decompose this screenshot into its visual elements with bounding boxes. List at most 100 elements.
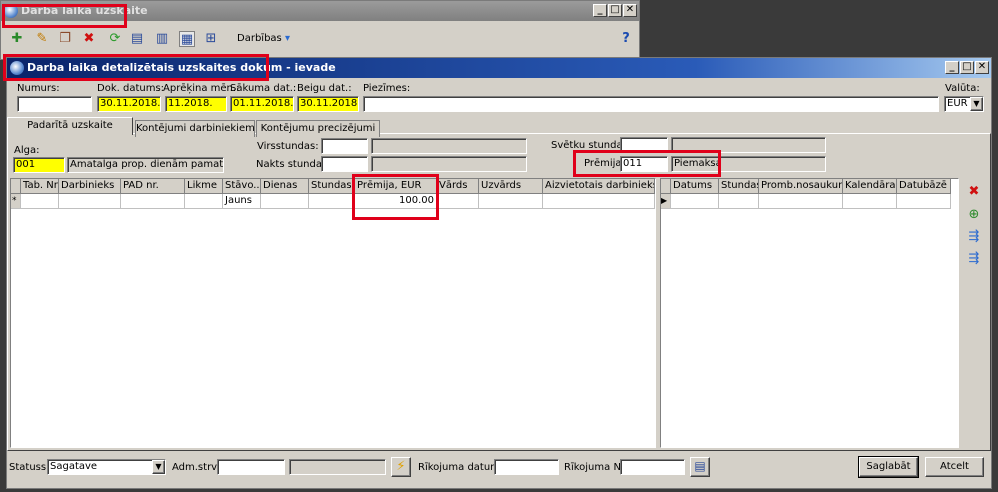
numurs-label: Numurs:	[17, 83, 60, 94]
adm-field[interactable]	[217, 459, 285, 475]
table-cell[interactable]	[671, 194, 719, 209]
add-icon[interactable]: ✚	[9, 31, 25, 47]
delete-icon[interactable]: ✖	[81, 31, 97, 47]
refresh-icon[interactable]: ⟳	[107, 31, 123, 47]
print-icon[interactable]: ▤	[129, 31, 145, 47]
left-grid[interactable]: Tab. Nr. Darbinieks PAD nr. Likme Stāvo.…	[10, 178, 656, 448]
maximize-button[interactable]: □	[608, 4, 622, 17]
chevron-down-icon[interactable]: ▼	[152, 460, 165, 474]
column-header[interactable]: Stundas	[309, 179, 355, 194]
save-button[interactable]: Saglabāt	[858, 456, 919, 478]
table-cell[interactable]	[543, 194, 655, 209]
column-header[interactable]: Promb.nosaukums	[759, 179, 843, 194]
back-window: Darba laika uzskaite _ □ ✕ ✚ ✎ ❐ ✖ ⟳ ▤ ▥…	[0, 0, 640, 60]
column-header[interactable]: Tab. Nr.	[21, 179, 59, 194]
actions-menu[interactable]: Darbības ▾	[237, 33, 290, 44]
lightning-icon[interactable]: ⚡	[391, 457, 411, 477]
table-cell[interactable]	[843, 194, 897, 209]
columns-icon[interactable]: ▥	[154, 31, 170, 47]
table-cell[interactable]	[479, 194, 543, 209]
table-cell[interactable]	[759, 194, 843, 209]
alga-code-field[interactable]: 001	[13, 157, 65, 173]
rik-datums-field[interactable]	[494, 459, 559, 475]
back-window-title: Darba laika uzskaite	[21, 4, 148, 17]
virsstundas-name-field	[371, 138, 527, 154]
column-header[interactable]: Vārds	[437, 179, 479, 194]
import-icon[interactable]: ⇶	[966, 229, 982, 245]
column-header[interactable]: PAD nr.	[121, 179, 185, 194]
column-header[interactable]: Kalendāra...	[843, 179, 897, 194]
minimize-button[interactable]: _	[593, 4, 607, 17]
main-window-titlebar: Darba laika detalizētais uzskaites dokum…	[7, 58, 991, 78]
column-header[interactable]: Aizvietotais darbinieks	[543, 179, 655, 194]
dok-datums-field[interactable]: 30.11.2018.	[97, 96, 161, 112]
printer-icon[interactable]: ▤	[690, 457, 710, 477]
svetku-name-field	[671, 137, 826, 153]
svetku-code-field[interactable]	[620, 137, 668, 153]
valuta-select[interactable]: EUR ▼	[944, 96, 984, 112]
premija-code-field[interactable]: 011	[620, 156, 668, 172]
column-header[interactable]: Datubāzē ...	[897, 179, 951, 194]
beigu-dat-field[interactable]: 30.11.2018.	[297, 96, 359, 112]
numurs-field[interactable]	[17, 96, 92, 112]
delete-row-icon[interactable]: ✖	[966, 184, 982, 200]
tab-kontejumi-darbiniekiem[interactable]: Kontējumi darbiniekiem	[135, 120, 255, 137]
column-header[interactable]: Datums	[671, 179, 719, 194]
grid-view-icon[interactable]: ▦	[179, 31, 195, 47]
table-cell[interactable]	[121, 194, 185, 209]
statuss-select[interactable]: Sagatave ▼	[47, 459, 166, 475]
table-cell[interactable]	[309, 194, 355, 209]
adm-label: Adm.strv:	[172, 462, 220, 473]
copy-icon[interactable]: ❐	[57, 31, 73, 47]
sakuma-dat-label: Sākuma dat.:	[230, 83, 297, 94]
add-row-icon[interactable]: ⊕	[966, 207, 982, 223]
statuss-label: Statuss:	[9, 462, 50, 473]
piezimes-field[interactable]	[363, 96, 939, 112]
column-header[interactable]: Stāvo...	[223, 179, 261, 194]
dok-datums-label: Dok. datums:	[97, 83, 165, 94]
table-cell[interactable]: Jauns	[223, 194, 261, 209]
valuta-label: Valūta:	[945, 83, 980, 94]
export-icon[interactable]: ⇶	[966, 251, 982, 267]
minimize-button[interactable]: _	[945, 61, 959, 74]
close-button[interactable]: ✕	[623, 4, 637, 17]
row-marker: *	[11, 194, 21, 209]
column-header[interactable]: Prēmija, EUR	[355, 179, 437, 194]
aprekina-men-field[interactable]: 11.2018.	[165, 96, 227, 112]
virsstundas-label: Virsstundas:	[257, 141, 319, 152]
piezimes-label: Piezīmes:	[363, 83, 411, 94]
actions-menu-label: Darbības	[237, 33, 282, 44]
tree-icon[interactable]: ⊞	[203, 31, 219, 47]
column-header[interactable]: Likme	[185, 179, 223, 194]
alga-name-field: Amatalga prop. dienām pamatslodzē	[67, 157, 224, 173]
table-cell[interactable]	[719, 194, 759, 209]
column-header[interactable]: Stundas	[719, 179, 759, 194]
maximize-button[interactable]: □	[960, 61, 974, 74]
premija-name-field: Piemaksa	[671, 156, 826, 172]
table-cell[interactable]	[437, 194, 479, 209]
cancel-button[interactable]: Atcelt	[925, 457, 984, 477]
row-header-corner	[11, 179, 21, 194]
column-header[interactable]: Darbinieks	[59, 179, 121, 194]
help-icon[interactable]: ?	[618, 31, 634, 47]
table-cell[interactable]: 100.00	[355, 194, 437, 209]
chevron-down-icon[interactable]: ▼	[970, 97, 983, 111]
table-cell[interactable]	[21, 194, 59, 209]
table-cell[interactable]	[185, 194, 223, 209]
nakts-code-field[interactable]	[321, 156, 368, 172]
right-grid[interactable]: Datums Stundas Promb.nosaukums Kalendāra…	[660, 178, 959, 448]
premija-label: Prēmija:	[584, 158, 625, 169]
column-header[interactable]: Uzvārds	[479, 179, 543, 194]
edit-icon[interactable]: ✎	[34, 31, 50, 47]
table-cell[interactable]	[261, 194, 309, 209]
table-cell[interactable]	[59, 194, 121, 209]
sakuma-dat-field[interactable]: 01.11.2018.	[230, 96, 294, 112]
table-cell[interactable]	[897, 194, 951, 209]
tab-kontejumu-precizejumi[interactable]: Kontējumu precizējumi	[256, 120, 380, 137]
back-window-titlebar: Darba laika uzskaite _ □ ✕	[1, 1, 639, 21]
tab-padarita-uzskaite[interactable]: Padarītā uzskaite	[7, 117, 133, 135]
rik-nr-field[interactable]	[620, 459, 685, 475]
virsstundas-code-field[interactable]	[321, 138, 368, 154]
close-button[interactable]: ✕	[975, 61, 989, 74]
column-header[interactable]: Dienas	[261, 179, 309, 194]
